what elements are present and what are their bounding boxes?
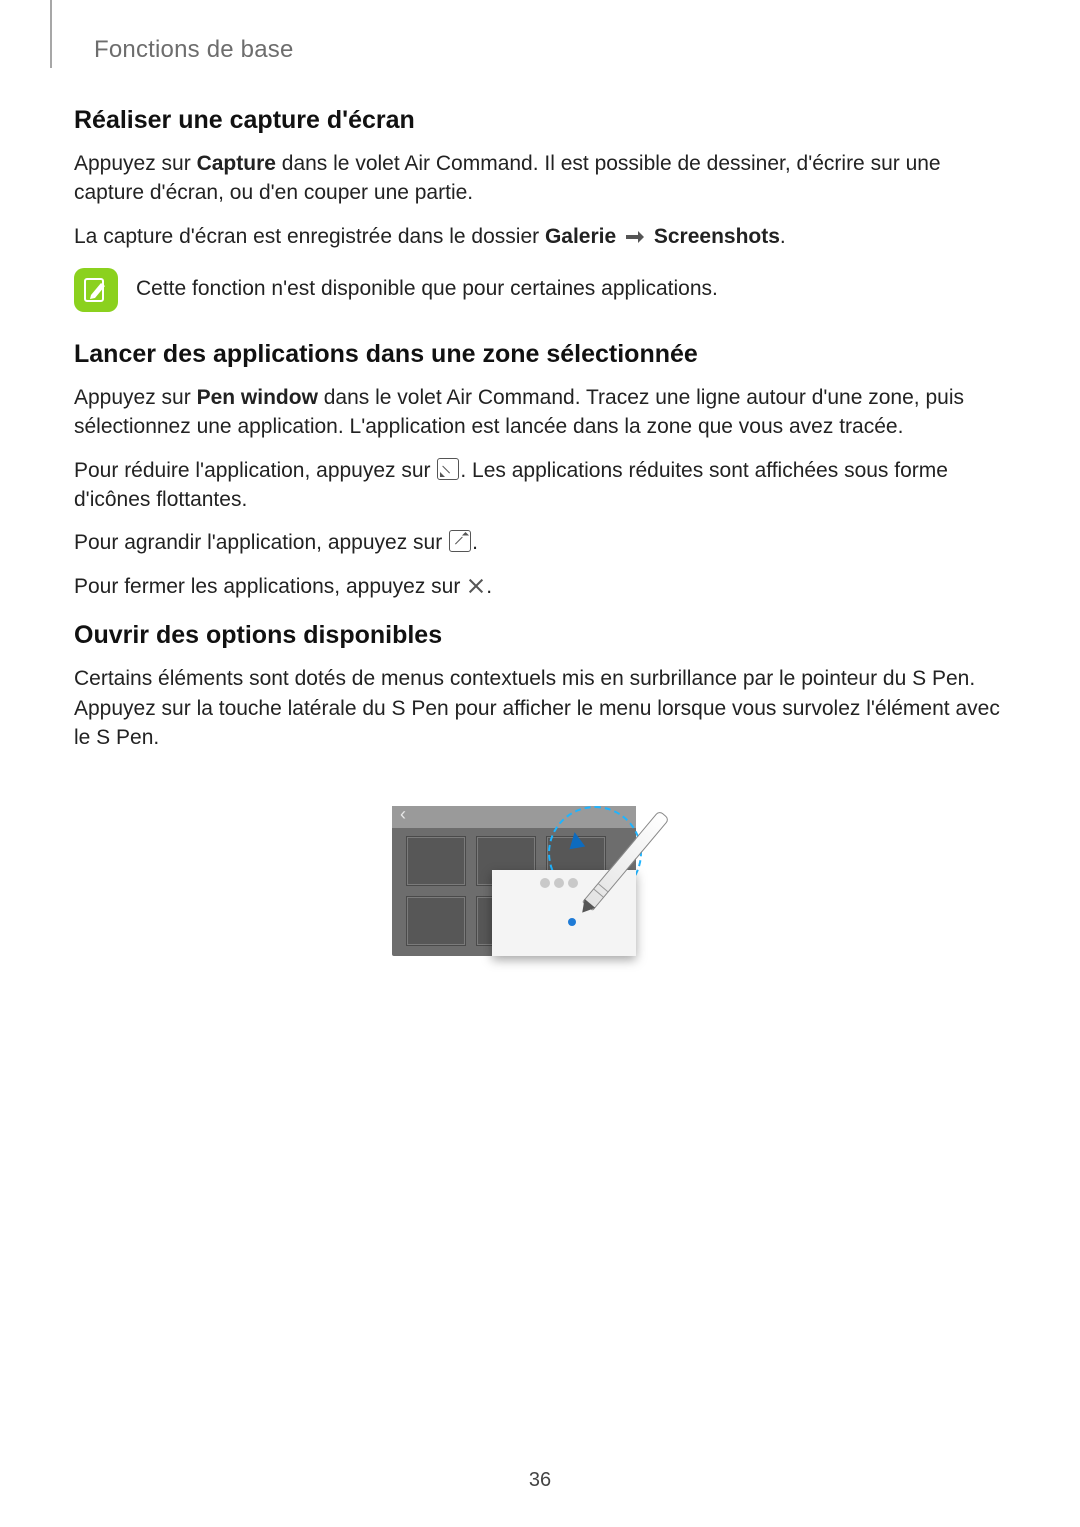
- close-icon: [467, 577, 485, 595]
- illus-overlay-dots: [540, 878, 578, 888]
- paragraph: La capture d'écran est enregistrée dans …: [74, 222, 1010, 252]
- illus-tile: [406, 896, 466, 946]
- text: Pour fermer les applications, appuyez su…: [74, 575, 466, 598]
- text: Appuyez sur: [74, 386, 197, 409]
- dot-icon: [540, 878, 550, 888]
- page: Fonctions de base Réaliser une capture d…: [0, 0, 1080, 1527]
- content: Réaliser une capture d'écran Appuyez sur…: [74, 106, 1010, 966]
- paragraph: Pour réduire l'application, appuyez sur …: [74, 456, 1010, 515]
- bold-screenshots: Screenshots: [654, 225, 780, 248]
- note-callout: Cette fonction n'est disponible que pour…: [74, 266, 1010, 312]
- section-header: Fonctions de base: [94, 36, 1010, 64]
- separator-arrow-icon: [626, 223, 644, 252]
- spen-illustration: [392, 776, 692, 966]
- expand-icon: [449, 530, 471, 552]
- text: La capture d'écran est enregistrée dans …: [74, 225, 545, 248]
- paragraph: Pour fermer les applications, appuyez su…: [74, 572, 1010, 601]
- bold-penwindow: Pen window: [197, 386, 318, 409]
- bold-capture: Capture: [197, 152, 276, 175]
- minimize-icon: [437, 458, 459, 480]
- paragraph: Pour agrandir l'application, appuyez sur…: [74, 528, 1010, 557]
- heading-options: Ouvrir des options disponibles: [74, 621, 1010, 650]
- paragraph: Certains éléments sont dotés de menus co…: [74, 664, 1010, 752]
- heading-penwindow: Lancer des applications dans une zone sé…: [74, 340, 1010, 369]
- paragraph: Appuyez sur Capture dans le volet Air Co…: [74, 149, 1010, 208]
- illustration-wrap: [74, 776, 1010, 966]
- dot-icon: [568, 878, 578, 888]
- text: Pour réduire l'application, appuyez sur: [74, 459, 436, 482]
- text: Pour agrandir l'application, appuyez sur: [74, 531, 448, 554]
- heading-capture: Réaliser une capture d'écran: [74, 106, 1010, 135]
- paragraph: Appuyez sur Pen window dans le volet Air…: [74, 383, 1010, 442]
- text: .: [486, 575, 492, 598]
- note-icon: [74, 268, 118, 312]
- text: Appuyez sur: [74, 152, 197, 175]
- header-rule: [50, 0, 52, 68]
- dot-icon: [554, 878, 564, 888]
- bold-galerie: Galerie: [545, 225, 616, 248]
- text: .: [780, 225, 786, 248]
- pen-band: [594, 884, 608, 898]
- page-number: 36: [0, 1469, 1080, 1492]
- hover-dot-icon: [568, 918, 576, 926]
- note-text: Cette fonction n'est disponible que pour…: [136, 266, 718, 303]
- text: .: [472, 531, 478, 554]
- illus-tile: [406, 836, 466, 886]
- illus-cursor-icon: [567, 831, 586, 850]
